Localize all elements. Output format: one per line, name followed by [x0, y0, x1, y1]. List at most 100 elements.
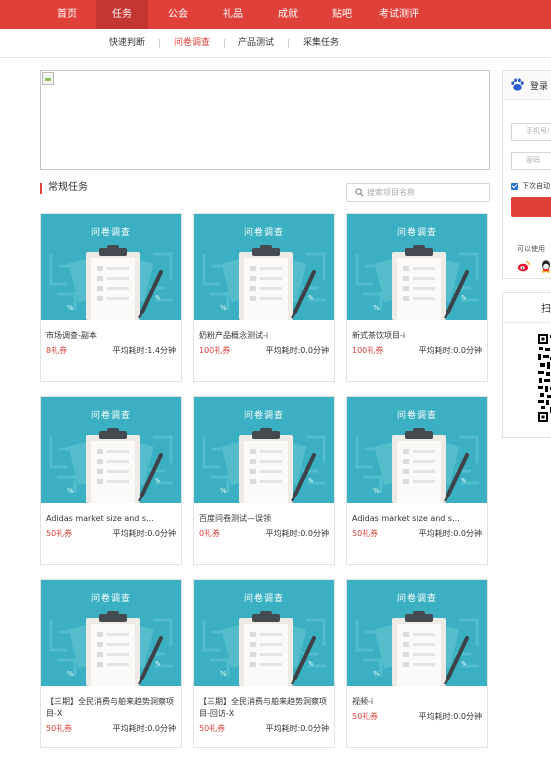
task-card[interactable]: % ✎ 问卷调查 【三期】全民消费与舶来趋势洞察项目-回访-X 50礼券 平均耗…	[193, 579, 335, 748]
svg-text:%: %	[67, 670, 74, 678]
thumbnail-title: 问卷调查	[90, 594, 131, 604]
search-box	[346, 183, 490, 202]
task-reward: 50礼券	[352, 712, 379, 721]
task-title[interactable]: 【三期】全民消费与舶来趋势洞察项目-回访-X	[199, 696, 331, 720]
task-thumbnail[interactable]: % ✎ 问卷调查	[347, 397, 487, 503]
task-title[interactable]: 视频-i	[352, 696, 484, 708]
svg-text:✎: ✎	[155, 294, 161, 302]
baidu-paw-icon	[511, 78, 524, 91]
task-avg-time: 平均耗时:0.0分钟	[265, 346, 329, 355]
task-card[interactable]: % ✎ 问卷调查 市场调查-副本 8礼券 平均耗时:1.4分钟	[40, 213, 182, 382]
nav-gifts[interactable]: 礼品	[210, 0, 256, 29]
nav-achievements[interactable]: 成就	[265, 0, 311, 29]
task-reward: 50礼券	[46, 529, 73, 538]
thumbnail-title: 问卷调查	[396, 594, 437, 604]
login-button[interactable]	[511, 197, 551, 217]
login-hint: 可以使用	[517, 245, 545, 253]
nav-guild[interactable]: 公会	[155, 0, 201, 29]
svg-text:✎: ✎	[308, 294, 314, 302]
thumbnail-title: 问卷调查	[90, 411, 131, 421]
task-title[interactable]: 市场调查-副本	[46, 330, 178, 342]
svg-text:✎: ✎	[155, 477, 161, 485]
thumbnail-title: 问卷调查	[396, 411, 437, 421]
task-title[interactable]: Adidas market size and s...	[46, 513, 178, 525]
task-avg-time: 平均耗时:0.0分钟	[418, 712, 482, 721]
task-card[interactable]: % ✎ 问卷调查 Adidas market size and s... 50礼…	[40, 396, 182, 565]
svg-text:✎: ✎	[461, 477, 467, 485]
nav-tasks[interactable]: 任务	[96, 0, 148, 29]
password-field	[511, 152, 551, 170]
task-avg-time: 平均耗时:1.4分钟	[112, 346, 176, 355]
task-title[interactable]: Adidas market size and s...	[352, 513, 484, 525]
task-thumbnail[interactable]: % ✎ 问卷调查	[41, 214, 181, 320]
qr-label: 扫	[541, 304, 551, 315]
task-reward: 50礼券	[46, 724, 73, 733]
task-card[interactable]: % ✎ 问卷调查 Adidas market size and s... 50礼…	[346, 396, 488, 565]
thumbnail-title: 问卷调查	[396, 228, 437, 238]
nav-forum[interactable]: 贴吧	[319, 0, 365, 29]
svg-text:%: %	[67, 487, 74, 495]
svg-text:✎: ✎	[308, 660, 314, 668]
svg-text:%: %	[220, 670, 227, 678]
svg-text:✎: ✎	[155, 660, 161, 668]
task-reward: 8礼券	[46, 346, 68, 355]
subnav-collection[interactable]: 采集任务	[303, 29, 339, 57]
remember-checkbox[interactable]	[511, 183, 518, 190]
qq-icon[interactable]	[539, 259, 551, 273]
password-input[interactable]	[526, 156, 551, 164]
thumbnail-title: 问卷调查	[90, 228, 131, 238]
svg-text:%: %	[67, 304, 74, 312]
weibo-icon[interactable]	[517, 259, 531, 273]
task-card[interactable]: % ✎ 问卷调查 奶粉产品概念测试-i 100礼券 平均耗时:0.0分钟	[193, 213, 335, 382]
thumbnail-title: 问卷调查	[243, 411, 284, 421]
task-title[interactable]: 【三期】全民消费与舶来趋势洞察项目-X	[46, 696, 178, 720]
task-thumbnail[interactable]: % ✎ 问卷调查	[194, 214, 334, 320]
broken-image-icon	[42, 72, 54, 85]
thumbnail-title: 问卷调查	[243, 594, 284, 604]
task-card[interactable]: % ✎ 问卷调查 视频-i 50礼券 平均耗时:0.0分钟	[346, 579, 488, 748]
task-avg-time: 平均耗时:0.0分钟	[112, 724, 176, 733]
task-card[interactable]: % ✎ 问卷调查 【三期】全民消费与舶来趋势洞察项目-X 50礼券 平均耗时:0…	[40, 579, 182, 748]
task-title[interactable]: 新式茶饮项目-i	[352, 330, 484, 342]
app-root: 首页 任务 公会 礼品 成就 贴吧 考试测评 快速判断 问卷调查 产品测试 采集…	[0, 0, 551, 757]
svg-text:%: %	[373, 670, 380, 678]
thumbnail-title: 问卷调查	[243, 228, 284, 238]
nav-exams[interactable]: 考试测评	[372, 0, 426, 29]
login-title: 登录	[530, 82, 549, 92]
task-reward: 50礼券	[199, 724, 226, 733]
qr-code-icon	[537, 333, 551, 423]
task-card[interactable]: % ✎ 问卷调查 新式茶饮项目-i 100礼券 平均耗时:0.0分钟	[346, 213, 488, 382]
nav-home[interactable]: 首页	[44, 0, 90, 29]
subnav-survey[interactable]: 问卷调查	[174, 29, 210, 57]
phone-field	[511, 123, 551, 141]
task-reward: 50礼券	[352, 529, 379, 538]
task-avg-time: 平均耗时:0.0分钟	[418, 529, 482, 538]
subnav-product-test[interactable]: 产品测试	[238, 29, 274, 57]
task-thumbnail[interactable]: % ✎ 问卷调查	[194, 580, 334, 686]
task-avg-time: 平均耗时:0.0分钟	[265, 724, 329, 733]
task-thumbnail[interactable]: % ✎ 问卷调查	[41, 397, 181, 503]
banner-image[interactable]	[40, 70, 490, 170]
search-input[interactable]	[367, 185, 485, 200]
search-icon[interactable]	[355, 188, 364, 197]
svg-text:%: %	[220, 304, 227, 312]
task-thumbnail[interactable]: % ✎ 问卷调查	[41, 580, 181, 686]
subnav-divider	[224, 39, 225, 48]
remember-label: 下次自动	[522, 182, 550, 190]
task-thumbnail[interactable]: % ✎ 问卷调查	[194, 397, 334, 503]
qr-divider	[503, 322, 551, 323]
remember-me[interactable]: 下次自动	[511, 181, 551, 193]
task-thumbnail[interactable]: % ✎ 问卷调查	[347, 214, 487, 320]
svg-text:✎: ✎	[308, 477, 314, 485]
login-panel: 登录 下次自动 可以使用	[502, 70, 551, 279]
svg-text:%: %	[373, 487, 380, 495]
sub-nav: 快速判断 问卷调查 产品测试 采集任务	[0, 29, 551, 58]
subnav-quick-judge[interactable]: 快速判断	[109, 29, 145, 57]
phone-input[interactable]	[526, 127, 551, 135]
task-title[interactable]: 奶粉产品概念测试-i	[199, 330, 331, 342]
top-nav: 首页 任务 公会 礼品 成就 贴吧 考试测评	[0, 0, 551, 29]
svg-text:%: %	[373, 304, 380, 312]
task-card[interactable]: % ✎ 问卷调查 百度问卷测试—误领 0礼券 平均耗时:0.0分钟	[193, 396, 335, 565]
task-title[interactable]: 百度问卷测试—误领	[199, 513, 331, 525]
task-thumbnail[interactable]: % ✎ 问卷调查	[347, 580, 487, 686]
